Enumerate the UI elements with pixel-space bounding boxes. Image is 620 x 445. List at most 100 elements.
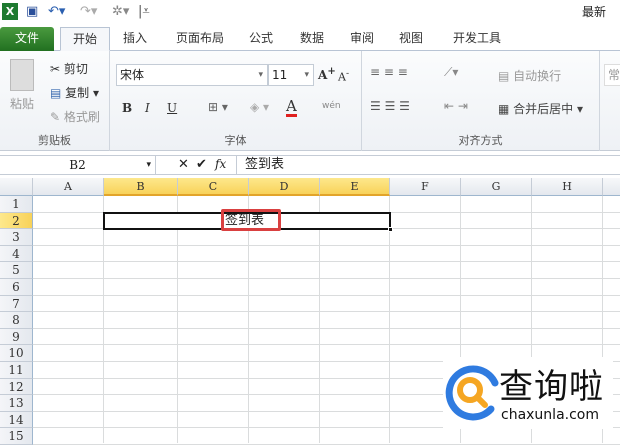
clipboard-group: 粘贴 ✂ 剪切 ▤ 复制 ▾ ✎ 格式刷 剪贴板 <box>0 51 110 151</box>
border-icon[interactable]: ⊞ ▾ <box>208 100 228 114</box>
row-header-11[interactable]: 11 <box>0 362 33 379</box>
copy-icon: ▤ <box>50 86 66 100</box>
row-header-12[interactable]: 12 <box>0 378 33 396</box>
ribbon: 粘贴 ✂ 剪切 ▤ 复制 ▾ ✎ 格式刷 剪贴板 宋体 ▾ 11 ▾ A+ A- B… <box>0 51 620 151</box>
tab-developer[interactable]: 开发工具 <box>445 27 509 51</box>
font-label: 字体 <box>224 134 247 147</box>
alignment-group: ≡ ≡ ≡ ⟋▾ ▤ 自动换行 ☰ ☰ ☰ ⇤ ⇥ ▦ 合并后居中 ▾ 对齐方式 <box>362 51 600 151</box>
row-header-8[interactable]: 8 <box>0 312 33 329</box>
column-header-H[interactable]: H <box>532 178 603 196</box>
clipboard-label: 剪贴板 <box>38 134 71 147</box>
tab-review[interactable]: 审阅 <box>344 27 380 51</box>
column-header-A[interactable]: A <box>33 178 104 196</box>
highlight-box <box>221 208 281 232</box>
select-all-corner[interactable] <box>0 178 33 196</box>
row-header-1[interactable]: 1 <box>0 196 33 213</box>
gridline <box>33 344 620 346</box>
gridline <box>248 196 249 443</box>
search-logo-icon <box>445 365 499 421</box>
gridline <box>33 311 620 313</box>
merge-center-button[interactable]: ▦ 合并后居中 ▾ <box>498 100 583 117</box>
watermark-name: 查询啦 <box>499 367 604 407</box>
shrink-font-icon[interactable]: A- <box>338 68 349 84</box>
cancel-icon[interactable]: ✕ <box>178 157 189 172</box>
tab-formulas[interactable]: 公式 <box>243 27 279 51</box>
font-name-select[interactable]: 宋体 ▾ <box>116 64 268 86</box>
gridline <box>33 278 620 279</box>
gridline <box>389 196 390 443</box>
save-icon[interactable]: ▣ <box>26 3 38 21</box>
alignment-label: 对齐方式 <box>458 134 503 147</box>
row-header-2[interactable]: 2 <box>0 212 33 230</box>
gridline <box>319 196 320 443</box>
gridline <box>103 196 104 443</box>
window-title: 最新09 <box>582 5 607 37</box>
title-bar: X ▣ ↶▾ ↷▾ ✲▾ |⩡ 最新09 <box>0 0 620 37</box>
gridline <box>33 244 620 246</box>
column-header-E[interactable]: E <box>320 178 390 196</box>
number-format-select[interactable]: 常规 <box>604 64 620 86</box>
redo-icon[interactable]: ↷▾ <box>80 3 97 21</box>
tab-data[interactable]: 数据 <box>292 27 332 51</box>
column-header-C[interactable]: C <box>178 178 249 196</box>
customize-icon[interactable]: |⩡ <box>138 3 150 21</box>
undo-icon[interactable]: ↶▾ <box>48 3 65 21</box>
indent-icon[interactable]: ⇤ ⇥ <box>444 99 468 113</box>
align-top-icon[interactable]: ≡ ≡ ≡ <box>370 65 408 79</box>
tab-home[interactable]: 开始 <box>60 27 110 51</box>
column-header-G[interactable]: G <box>461 178 532 196</box>
tab-view[interactable]: 视图 <box>393 27 429 51</box>
font-color-button[interactable]: A <box>286 98 297 117</box>
tab-page-layout[interactable]: 页面布局 <box>168 27 232 51</box>
column-header-F[interactable]: F <box>390 178 461 196</box>
fx-icon[interactable]: fx <box>215 157 226 171</box>
paste-button[interactable]: 粘贴 <box>10 95 34 112</box>
italic-button[interactable]: I <box>145 101 150 115</box>
row-header-15[interactable]: 15 <box>0 428 33 445</box>
tab-insert[interactable]: 插入 <box>115 27 155 51</box>
tools-icon[interactable]: ✲▾ <box>112 3 129 21</box>
column-header-D[interactable]: D <box>249 178 320 196</box>
formula-bar: B2 ▾ ✕ ✔ fx 签到表 <box>0 155 620 175</box>
gridline <box>33 261 620 263</box>
bold-button[interactable]: B <box>122 101 132 115</box>
cut-button[interactable]: ✂ 剪切 <box>50 60 88 77</box>
ribbon-tabs: 文件 开始 插入 页面布局 公式 数据 审阅 视图 开发工具 <box>0 24 620 51</box>
underline-button[interactable]: U <box>167 101 177 115</box>
fill-color-icon[interactable]: ◈ ▾ <box>250 100 269 114</box>
font-size-select[interactable]: 11 ▾ <box>268 64 314 86</box>
font-group: 宋体 ▾ 11 ▾ A+ A- B I U ⊞ ▾ ◈ ▾ A wén 字体 <box>110 51 362 151</box>
phonetic-button[interactable]: wén <box>322 101 341 111</box>
align-left-icon[interactable]: ☰ ☰ ☰ <box>370 99 410 113</box>
wrap-text-button[interactable]: ▤ 自动换行 <box>498 67 561 84</box>
paste-icon[interactable] <box>10 59 34 91</box>
brush-icon: ✎ <box>50 110 64 124</box>
row-header-3[interactable]: 3 <box>0 229 33 246</box>
watermark-logo: 查询啦 chaxunla.com <box>443 357 613 429</box>
row-header-9[interactable]: 9 <box>0 328 33 346</box>
formula-input[interactable]: 签到表 <box>236 156 620 174</box>
selected-range-b2-e2[interactable]: 签到表 <box>103 208 393 233</box>
column-header-I[interactable] <box>603 178 620 196</box>
row-header-13[interactable]: 13 <box>0 395 33 412</box>
wrap-icon: ▤ <box>498 69 514 83</box>
name-box[interactable]: B2 ▾ <box>0 156 156 174</box>
column-header-B[interactable]: B <box>104 178 178 196</box>
grow-font-icon[interactable]: A+ <box>318 66 336 82</box>
orientation-icon[interactable]: ⟋▾ <box>444 65 458 80</box>
tab-file[interactable]: 文件 <box>0 27 54 51</box>
format-painter-button[interactable]: ✎ 格式刷 <box>50 108 100 125</box>
fill-handle[interactable] <box>388 227 393 233</box>
copy-button[interactable]: ▤ 复制 ▾ <box>50 84 99 101</box>
excel-logo-icon[interactable]: X <box>2 3 18 20</box>
scissors-icon: ✂ <box>50 62 64 76</box>
row-header-4[interactable]: 4 <box>0 245 33 263</box>
row-header-6[interactable]: 6 <box>0 279 33 296</box>
row-header-5[interactable]: 5 <box>0 262 33 279</box>
enter-icon[interactable]: ✔ <box>196 157 207 172</box>
row-header-10[interactable]: 10 <box>0 345 33 362</box>
gridline <box>33 294 620 296</box>
gridline <box>33 327 620 329</box>
row-header-14[interactable]: 14 <box>0 411 33 429</box>
row-header-7[interactable]: 7 <box>0 295 33 313</box>
